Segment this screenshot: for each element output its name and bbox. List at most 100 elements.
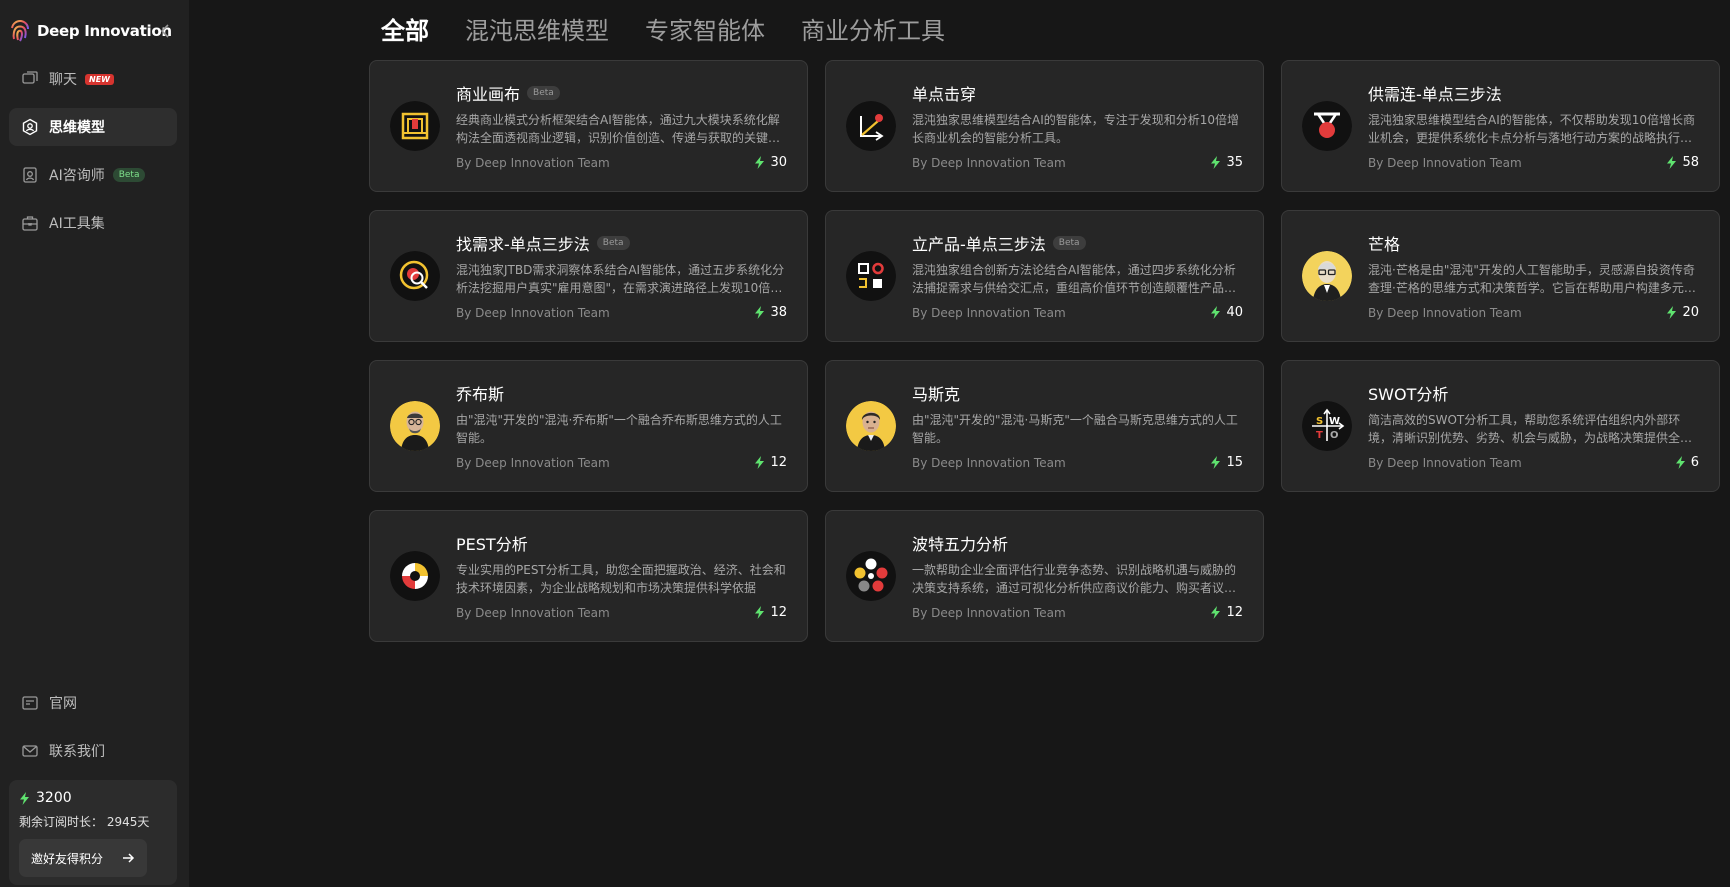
brand-name: Deep Innovation bbox=[37, 22, 172, 40]
sidebar-item-thinking-models[interactable]: 思维模型 bbox=[9, 108, 177, 146]
usage-count: 12 bbox=[754, 605, 787, 620]
sidebar-item-label: AI咨询师 bbox=[49, 168, 105, 184]
card-title: 乔布斯 bbox=[456, 385, 505, 404]
sidebar-item-label: 官网 bbox=[49, 696, 77, 712]
usage-count: 12 bbox=[1210, 605, 1243, 620]
card-author: By Deep Innovation Team bbox=[912, 156, 1066, 170]
card-author: By Deep Innovation Team bbox=[456, 456, 610, 470]
card-description: 专业实用的PEST分析工具，助您全面把握政治、经济、社会和技术环境因素，为企业战… bbox=[456, 563, 786, 595]
count-value: 6 bbox=[1690, 455, 1699, 470]
count-value: 15 bbox=[1226, 455, 1243, 470]
card-title: 立产品-单点三步法 bbox=[912, 235, 1046, 254]
remaining-label: 剩余订阅时长： bbox=[19, 815, 104, 829]
card-title: 找需求-单点三步法 bbox=[456, 235, 590, 254]
bolt-icon bbox=[1211, 606, 1221, 619]
bolt-icon bbox=[755, 156, 765, 169]
model-card[interactable]: SWTO SWOT分析 简洁高效的SWOT分析工具，帮助您系统评估组织内外部环境… bbox=[1281, 360, 1720, 492]
pest-icon bbox=[390, 551, 440, 601]
new-badge: NEW bbox=[85, 73, 114, 85]
bolt-icon bbox=[755, 306, 765, 319]
model-card[interactable]: 芒格 混沌·芒格是由"混沌"开发的人工智能助手，灵感源自投资传奇查理·芒格的思维… bbox=[1281, 210, 1720, 342]
beta-badge: Beta bbox=[527, 86, 560, 100]
sidebar-item-contact[interactable]: 联系我们 bbox=[9, 732, 177, 770]
card-description: 混沌·芒格是由"混沌"开发的人工智能助手，灵感源自投资传奇查理·芒格的思维方式和… bbox=[1368, 263, 1696, 295]
sidebar-item-ai-tools[interactable]: AI工具集 bbox=[9, 204, 177, 242]
bolt-icon bbox=[1667, 306, 1677, 319]
count-value: 12 bbox=[1226, 605, 1243, 620]
supply-demand-icon bbox=[1302, 101, 1352, 151]
tab-expert-agents[interactable]: 专家智能体 bbox=[645, 14, 765, 48]
model-card[interactable]: 供需连-单点三步法 混沌独家思维模型结合AI的智能体，不仅帮助发现10倍增长商业… bbox=[1281, 60, 1720, 192]
card-title: 单点击穿 bbox=[912, 85, 977, 104]
collapse-sidebar-icon[interactable] bbox=[157, 22, 173, 40]
model-card[interactable]: 立产品-单点三步法 Beta 混沌独家组合创新方法论结合AI智能体，通过四步系统化… bbox=[825, 210, 1264, 342]
remaining-value: 2945天 bbox=[106, 815, 150, 829]
credit-amount: 3200 bbox=[36, 790, 72, 806]
sidebar-item-ai-consultant[interactable]: AI咨询师 Beta bbox=[9, 156, 177, 194]
count-value: 12 bbox=[770, 605, 787, 620]
remaining-subscription: 剩余订阅时长： 2945天 bbox=[19, 813, 167, 830]
card-description: 混沌独家组合创新方法论结合AI智能体，通过四步系统化分析法捕捉需求与供给交汇点，… bbox=[912, 263, 1237, 295]
card-description: 由"混沌"开发的"混沌·马斯克"一个融合马斯克思维方式的人工智能。 bbox=[912, 413, 1238, 445]
card-description: 混沌独家思维模型结合AI的智能体，不仅帮助发现10倍增长商业机会，更提供系统化卡… bbox=[1368, 113, 1696, 145]
build-product-icon bbox=[846, 251, 896, 301]
beta-badge: Beta bbox=[1052, 236, 1086, 250]
sidebar-item-website[interactable]: 官网 bbox=[9, 684, 177, 722]
model-card[interactable]: 波特五力分析 一款帮助企业全面评估行业竞争态势、识别战略机遇与威胁的决策支持系统… bbox=[825, 510, 1264, 642]
model-card[interactable]: 马斯克 由"混沌"开发的"混沌·马斯克"一个融合马斯克思维方式的人工智能。 By… bbox=[825, 360, 1264, 492]
category-tabs: 全部 混沌思维模型 专家智能体 商业分析工具 bbox=[381, 14, 981, 48]
sidebar-nav: 聊天 NEW 思维模型 AI咨询师 Beta AI工具集 bbox=[9, 60, 177, 252]
card-description: 简洁高效的SWOT分析工具，帮助您系统评估组织内外部环境，清晰识别优势、劣势、机… bbox=[1368, 413, 1693, 445]
card-title: 波特五力分析 bbox=[912, 535, 1009, 554]
usage-count: 15 bbox=[1210, 455, 1243, 470]
brand[interactable]: Deep Innovation bbox=[9, 19, 172, 43]
consultant-icon bbox=[23, 167, 37, 183]
bolt-icon bbox=[1211, 456, 1221, 469]
model-card[interactable]: 单点击穿 混沌独家思维模型结合AI的智能体，专注于发现和分析10倍增长商业机会的… bbox=[825, 60, 1264, 192]
invite-friends-button[interactable]: 邀好友得积分 bbox=[19, 839, 147, 877]
find-demand-icon bbox=[390, 251, 440, 301]
count-value: 58 bbox=[1682, 155, 1699, 170]
usage-count: 38 bbox=[754, 305, 787, 320]
model-card[interactable]: 乔布斯 由"混沌"开发的"混沌·乔布斯"一个融合乔布斯思维方式的人工智能。 By… bbox=[369, 360, 808, 492]
card-author: By Deep Innovation Team bbox=[912, 306, 1066, 320]
card-author: By Deep Innovation Team bbox=[912, 456, 1066, 470]
card-author: By Deep Innovation Team bbox=[456, 306, 610, 320]
swot-icon: SWTO bbox=[1302, 401, 1352, 451]
footer-links: 官网 联系我们 bbox=[9, 684, 177, 780]
card-title: 芒格 bbox=[1368, 235, 1401, 254]
bolt-icon bbox=[755, 456, 765, 469]
card-author: By Deep Innovation Team bbox=[912, 606, 1066, 620]
tab-business-tools[interactable]: 商业分析工具 bbox=[801, 14, 945, 48]
card-title: 马斯克 bbox=[912, 385, 961, 404]
card-description: 混沌独家思维模型结合AI的智能体，专注于发现和分析10倍增长商业机会的智能分析工… bbox=[912, 113, 1240, 145]
card-author: By Deep Innovation Team bbox=[456, 606, 610, 620]
usage-count: 58 bbox=[1666, 155, 1699, 170]
business-canvas-icon bbox=[390, 101, 440, 151]
usage-count: 6 bbox=[1675, 455, 1699, 470]
toolbox-icon bbox=[22, 216, 38, 231]
bolt-icon bbox=[755, 606, 765, 619]
card-title: PEST分析 bbox=[456, 535, 528, 554]
jobs-portrait-icon bbox=[390, 401, 440, 451]
model-card[interactable]: 找需求-单点三步法 Beta 混沌独家JTBD需求洞察体系结合AI智能体，通过五步… bbox=[369, 210, 808, 342]
mail-icon bbox=[22, 745, 38, 757]
count-value: 12 bbox=[770, 455, 787, 470]
usage-count: 30 bbox=[754, 155, 787, 170]
bolt-icon bbox=[20, 791, 29, 805]
card-author: By Deep Innovation Team bbox=[1368, 456, 1522, 470]
tab-chaos-models[interactable]: 混沌思维模型 bbox=[465, 14, 609, 48]
usage-count: 12 bbox=[754, 455, 787, 470]
svg-text:O: O bbox=[1330, 430, 1339, 441]
single-point-icon bbox=[846, 101, 896, 151]
svg-text:T: T bbox=[1316, 430, 1323, 441]
count-value: 20 bbox=[1682, 305, 1699, 320]
model-card[interactable]: PEST分析 专业实用的PEST分析工具，助您全面把握政治、经济、社会和技术环境… bbox=[369, 510, 808, 642]
bolt-icon bbox=[1675, 456, 1685, 469]
model-card[interactable]: 商业画布 Beta 经典商业模式分析框架结合AI智能体，通过九大模块系统化解构法全… bbox=[369, 60, 808, 192]
sidebar-item-chat[interactable]: 聊天 NEW bbox=[9, 60, 177, 98]
card-description: 混沌独家JTBD需求洞察体系结合AI智能体，通过五步系统化分析法挖掘用户真实"雇… bbox=[456, 263, 785, 295]
sidebar: Deep Innovation 聊天 NEW 思维模型 AI咨询师 Beta A… bbox=[0, 0, 189, 887]
count-value: 30 bbox=[770, 155, 787, 170]
tab-all[interactable]: 全部 bbox=[381, 14, 429, 48]
